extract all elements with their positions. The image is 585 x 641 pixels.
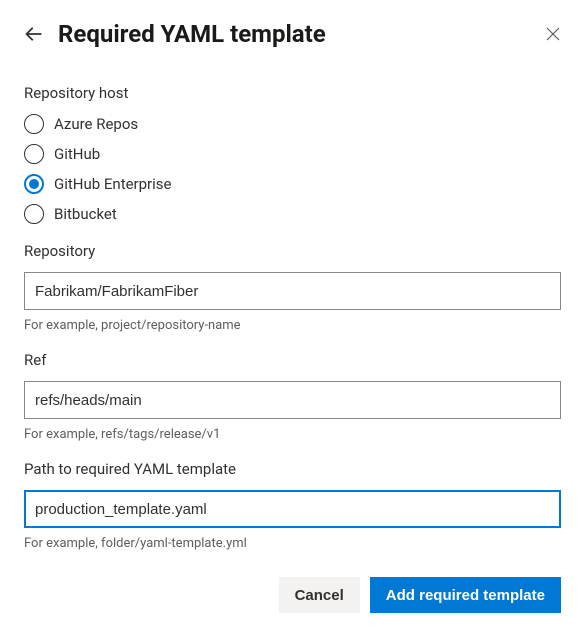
repository-helper: For example, project/repository-name (24, 318, 561, 333)
cancel-button[interactable]: Cancel (279, 577, 360, 613)
radio-label: Bitbucket (54, 205, 117, 223)
ref-input[interactable] (24, 381, 561, 419)
back-arrow-icon[interactable] (24, 24, 44, 44)
dialog-title: Required YAML template (58, 20, 531, 48)
radio-option-bitbucket[interactable]: Bitbucket (24, 204, 561, 224)
dialog-header: Required YAML template (24, 20, 561, 48)
repository-host-label: Repository host (24, 84, 561, 102)
add-required-template-button[interactable]: Add required template (370, 577, 561, 613)
ref-label: Ref (24, 351, 561, 369)
radio-circle-icon (24, 114, 44, 134)
radio-option-azure-repos[interactable]: Azure Repos (24, 114, 561, 134)
dialog-footer: Cancel Add required template (24, 577, 561, 613)
radio-circle-icon (24, 204, 44, 224)
repository-label: Repository (24, 242, 561, 260)
repository-input[interactable] (24, 272, 561, 310)
radio-label: GitHub (54, 145, 100, 163)
radio-circle-icon (24, 174, 44, 194)
radio-label: Azure Repos (54, 115, 138, 133)
radio-option-github[interactable]: GitHub (24, 144, 561, 164)
path-helper: For example, folder/yaml-template.yml (24, 536, 561, 551)
radio-label: GitHub Enterprise (54, 175, 172, 193)
path-label: Path to required YAML template (24, 460, 561, 478)
path-input[interactable] (24, 490, 561, 528)
radio-option-github-enterprise[interactable]: GitHub Enterprise (24, 174, 561, 194)
radio-circle-icon (24, 144, 44, 164)
repository-host-radio-group: Azure Repos GitHub GitHub Enterprise Bit… (24, 114, 561, 224)
ref-helper: For example, refs/tags/release/v1 (24, 427, 561, 442)
close-icon[interactable] (545, 26, 561, 42)
